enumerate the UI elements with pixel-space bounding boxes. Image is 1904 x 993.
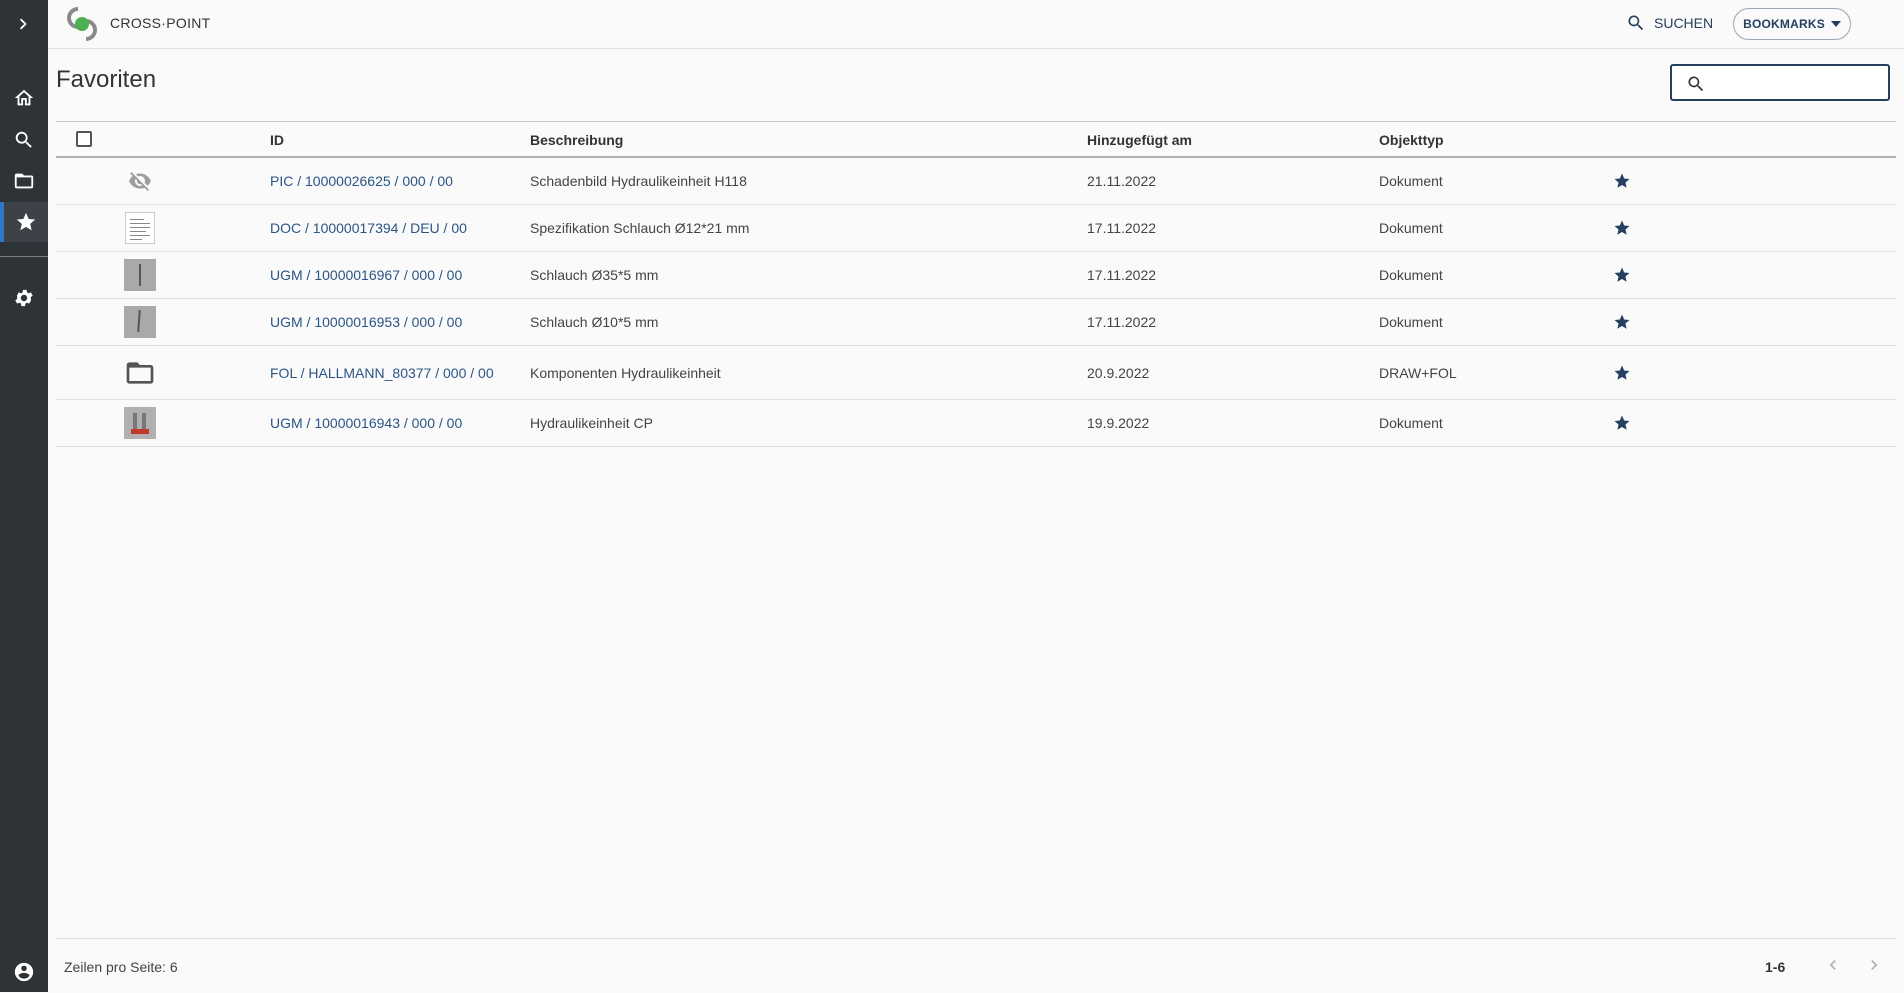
gear-icon [15,289,33,307]
table-header: ID Beschreibung Hinzugefügt am Objekttyp [56,121,1896,158]
hydraulic-unit-thumbnail [124,407,156,439]
rows-per-page[interactable]: Zeilen pro Seite: 6 [64,959,178,975]
favorite-star-icon[interactable] [1613,414,1631,432]
page-title: Favoriten [56,66,157,93]
next-page-button[interactable] [1862,953,1886,977]
search-icon [15,131,32,148]
favorites-table: ID Beschreibung Hinzugefügt am Objekttyp… [56,121,1896,447]
row-added-date: 17.11.2022 [1087,314,1157,330]
row-id-link[interactable]: PIC / 10000026625 / 000 / 00 [270,173,453,189]
row-id-link[interactable]: FOL / HALLMANN_80377 / 000 / 00 [270,365,494,381]
document-thumbnail [124,212,156,244]
sidebar-item-folders[interactable] [0,161,48,201]
sidebar-divider [0,256,48,257]
folder-icon [14,173,34,189]
hose-thumbnail [124,259,156,291]
chevron-right-icon [1871,960,1878,970]
row-description: Hydraulikeinheit CP [530,415,653,431]
table-row[interactable]: UGM / 10000016953 / 000 / 00 Schlauch Ø1… [56,299,1896,346]
crosspoint-logo[interactable] [64,5,100,43]
bookmarks-dropdown[interactable]: BOOKMARKS [1733,8,1851,40]
bookmarks-label: BOOKMARKS [1743,17,1825,31]
search-label: SUCHEN [1654,15,1714,31]
table-row[interactable]: UGM / 10000016967 / 000 / 00 Schlauch Ø3… [56,252,1896,299]
favorite-star-icon[interactable] [1613,364,1631,382]
sidebar-item-settings[interactable] [0,278,48,318]
row-added-date: 17.11.2022 [1087,220,1157,236]
row-type: DRAW+FOL [1379,364,1457,381]
expand-sidebar-button[interactable] [0,4,48,44]
table-row[interactable]: FOL / HALLMANN_80377 / 000 / 00 Komponen… [56,346,1896,400]
hidden-eye-icon [124,165,156,197]
row-id-link[interactable]: UGM / 10000016953 / 000 / 00 [270,314,462,330]
filter-search-box[interactable] [1670,64,1890,101]
folder-icon [124,357,156,389]
select-all-checkbox[interactable] [76,131,92,147]
user-account-button[interactable] [0,952,48,992]
row-type: Dokument [1379,267,1443,283]
sidebar-item-search[interactable] [0,120,48,160]
column-header-id[interactable]: ID [270,132,284,148]
sidebar-item-home[interactable] [0,78,48,118]
favorite-star-icon[interactable] [1613,266,1631,284]
row-id-link[interactable]: UGM / 10000016967 / 000 / 00 [270,267,462,283]
row-id-link[interactable]: UGM / 10000016943 / 000 / 00 [270,415,462,431]
search-icon [1688,76,1704,92]
table-row[interactable]: PIC / 10000026625 / 000 / 00 Schadenbild… [56,158,1896,205]
column-header-type[interactable]: Objekttyp [1379,132,1444,148]
top-bar: CROSS·POINT SUCHEN BOOKMARKS [48,0,1904,49]
account-circle-icon [14,962,34,982]
row-id-link[interactable]: DOC / 10000017394 / DEU / 00 [270,220,467,236]
row-type: Dokument [1379,220,1443,236]
search-icon [1628,15,1644,31]
sidebar [0,0,48,992]
row-type: Dokument [1379,415,1443,431]
row-description: Schlauch Ø35*5 mm [530,267,659,283]
chevron-right-icon [19,18,27,30]
column-header-description[interactable]: Beschreibung [530,132,623,148]
favorite-star-icon[interactable] [1613,219,1631,237]
row-description: Spezifikation Schlauch Ø12*21 mm [530,220,750,236]
row-description: Komponenten Hydraulikeinheit [530,364,721,381]
hose-thumbnail [124,306,156,338]
sidebar-item-favorites[interactable] [0,202,48,242]
page-range: 1-6 [1765,959,1786,975]
column-header-added[interactable]: Hinzugefügt am [1087,132,1192,148]
table-footer: Zeilen pro Seite: 6 1-6 [56,938,1896,993]
row-added-date: 17.11.2022 [1087,267,1157,283]
caret-down-icon [1830,21,1841,27]
brand-name: CROSS·POINT [110,15,211,31]
table-row[interactable]: DOC / 10000017394 / DEU / 00 Spezifikati… [56,205,1896,252]
filter-input[interactable] [1714,70,1882,96]
row-description: Schadenbild Hydraulikeinheit H118 [530,173,747,189]
row-added-date: 21.11.2022 [1087,173,1157,189]
favorite-star-icon[interactable] [1613,172,1631,190]
row-description: Schlauch Ø10*5 mm [530,314,659,330]
row-added-date: 19.9.2022 [1087,415,1150,431]
row-type: Dokument [1379,173,1443,189]
chevron-left-icon [1829,960,1836,970]
previous-page-button[interactable] [1821,953,1845,977]
home-icon [14,89,34,106]
search-button[interactable]: SUCHEN [1626,13,1713,33]
star-icon [16,212,36,231]
favorite-star-icon[interactable] [1613,313,1631,331]
table-row[interactable]: UGM / 10000016943 / 000 / 00 Hydraulikei… [56,400,1896,447]
row-added-date: 20.9.2022 [1087,364,1150,381]
row-type: Dokument [1379,314,1443,330]
